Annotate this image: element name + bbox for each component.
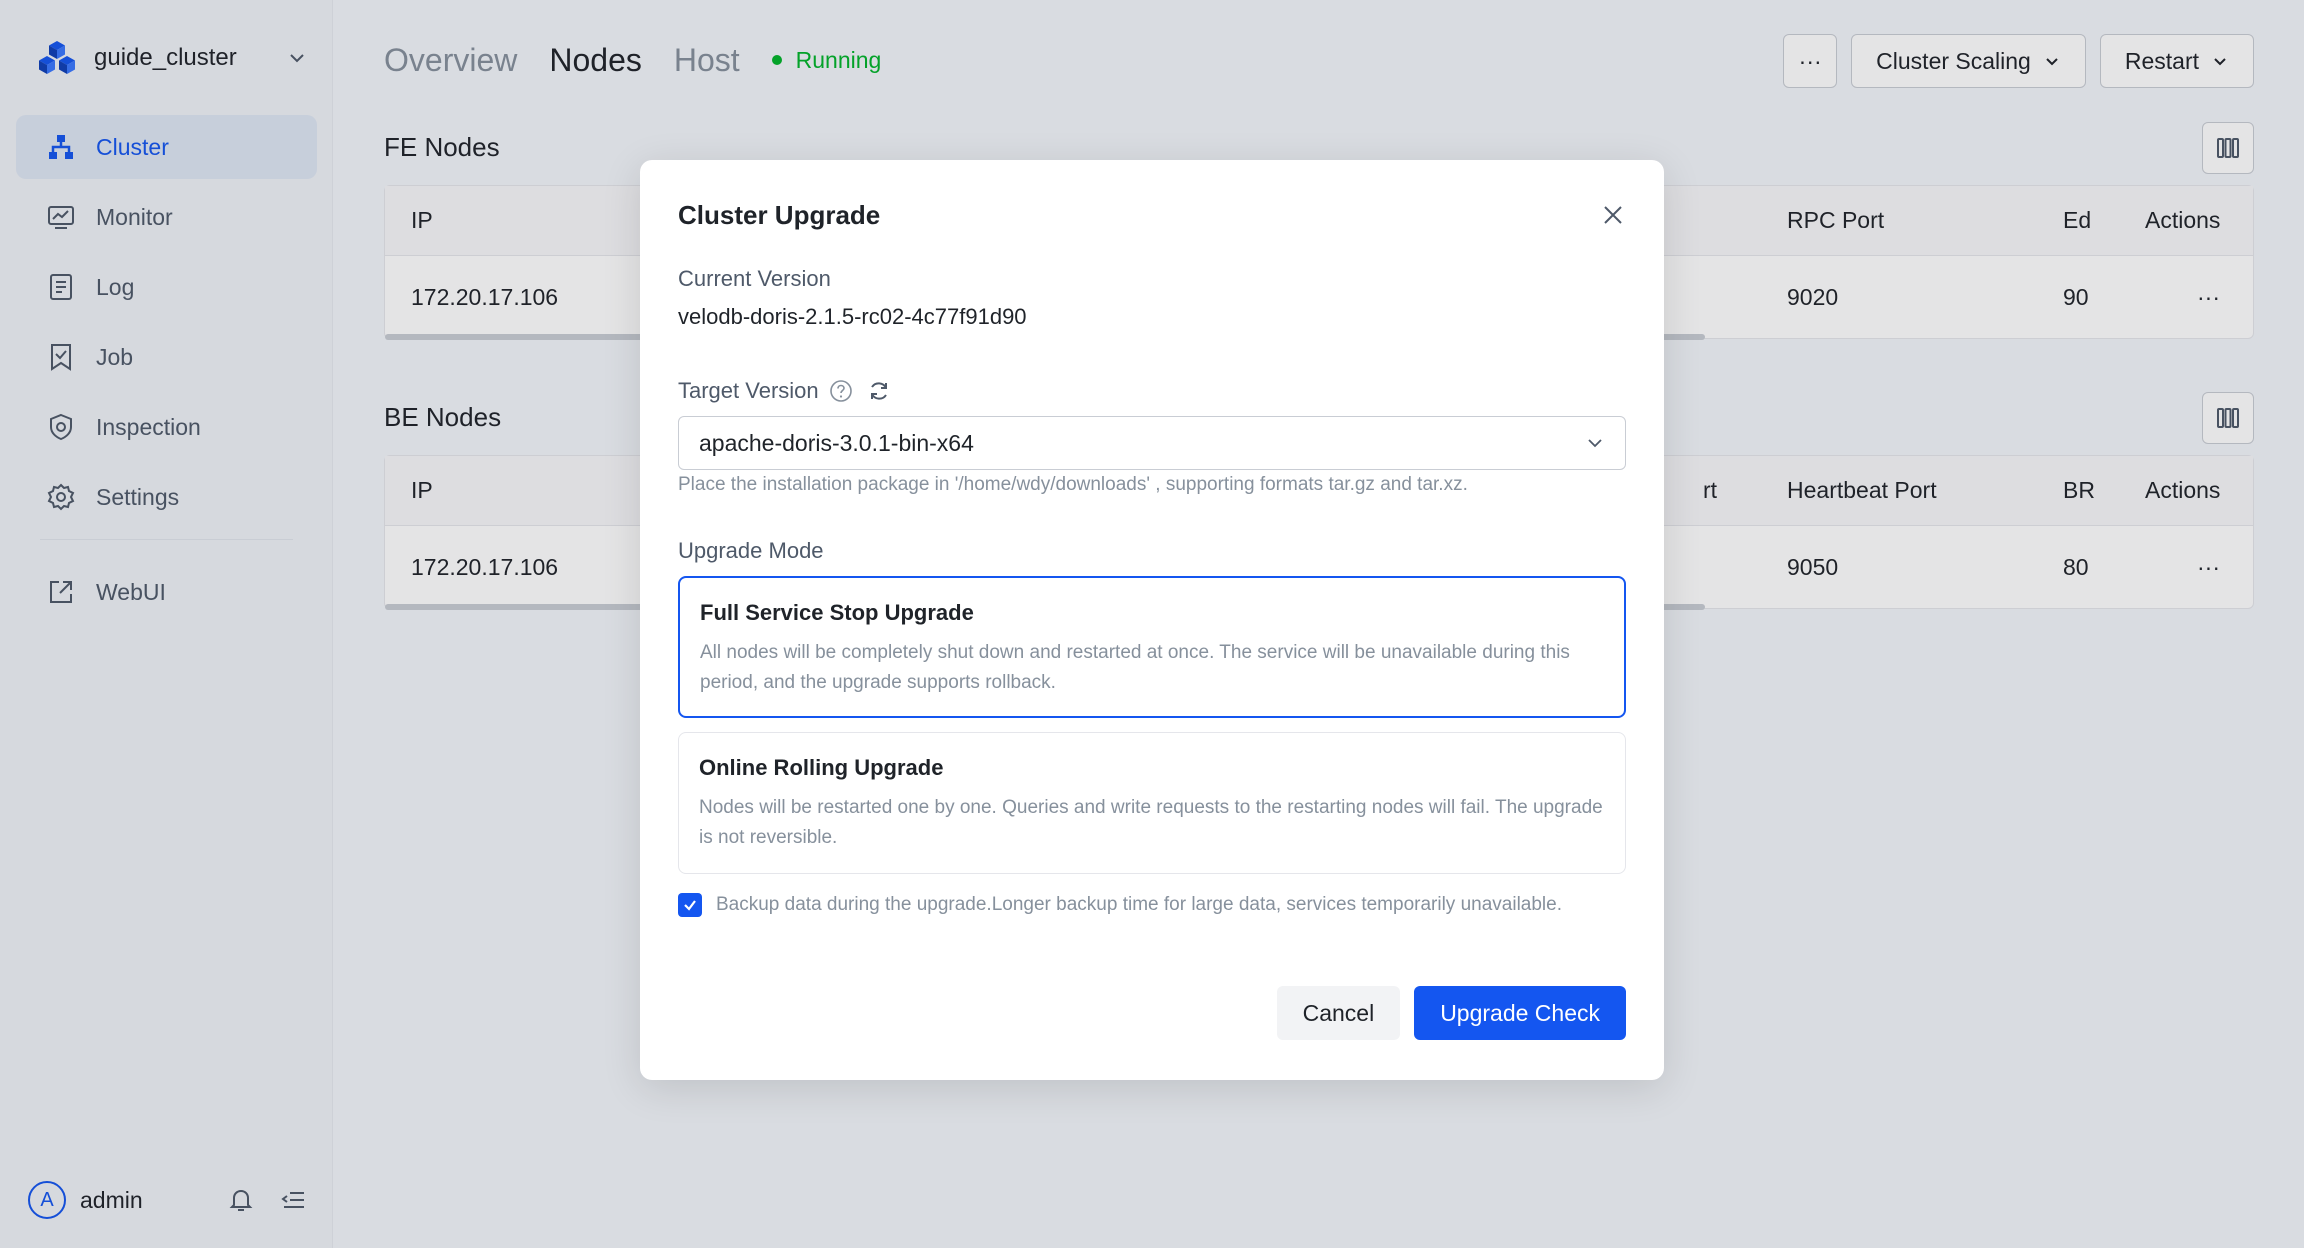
- current-version-label: Current Version: [678, 266, 831, 291]
- backup-text: Backup data during the upgrade.Longer ba…: [716, 894, 1563, 915]
- dialog-footer: Cancel Upgrade Check: [1276, 986, 1626, 1040]
- cancel-button[interactable]: Cancel: [1276, 986, 1401, 1040]
- close-icon[interactable]: [1600, 202, 1626, 228]
- mode-title: Full Service Stop Upgrade: [700, 600, 974, 625]
- backup-checkbox[interactable]: [678, 893, 702, 917]
- mode-description: Nodes will be restarted one by one. Quer…: [699, 797, 1603, 848]
- target-version-value: apache-doris-3.0.1-bin-x64: [699, 429, 974, 456]
- upgrade-mode-label: Upgrade Mode: [678, 538, 824, 563]
- target-version-select[interactable]: apache-doris-3.0.1-bin-x64: [678, 416, 1626, 470]
- help-icon[interactable]: [829, 379, 853, 403]
- dialog-title: Cluster Upgrade: [678, 200, 881, 230]
- install-package-hint: Place the installation package in '/home…: [678, 474, 1468, 495]
- target-version-label-row: Target Version: [678, 378, 891, 404]
- target-version-label: Target Version: [678, 378, 819, 403]
- mode-option-full-stop[interactable]: Full Service Stop Upgrade All nodes will…: [678, 576, 1626, 718]
- refresh-icon[interactable]: [867, 379, 891, 403]
- chevron-down-icon: [1588, 439, 1602, 448]
- cluster-upgrade-dialog: Cluster Upgrade Current Version velodb-d…: [640, 160, 1664, 1080]
- mode-title: Online Rolling Upgrade: [699, 755, 944, 780]
- backup-option: Backup data during the upgrade.Longer ba…: [678, 890, 1578, 920]
- mode-description: All nodes will be completely shut down a…: [700, 642, 1570, 693]
- check-icon: [684, 900, 696, 911]
- current-version-value: velodb-doris-2.1.5-rc02-4c77f91d90: [678, 304, 1027, 329]
- upgrade-check-button[interactable]: Upgrade Check: [1414, 986, 1626, 1040]
- mode-option-rolling[interactable]: Online Rolling Upgrade Nodes will be res…: [678, 732, 1626, 874]
